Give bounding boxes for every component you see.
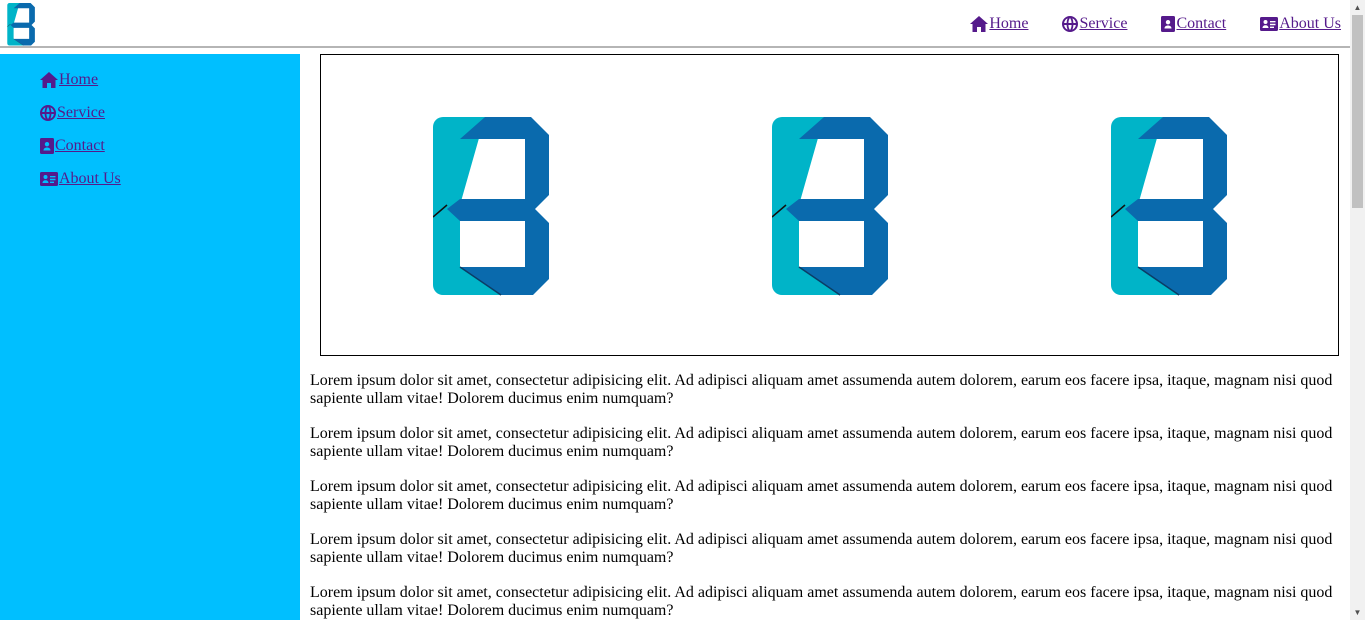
top-nav-service[interactable]: Service	[1062, 14, 1127, 34]
scroll-up-arrow-icon[interactable]: ▲	[1350, 0, 1365, 15]
id-card-icon	[40, 171, 58, 187]
top-nav-about[interactable]: About Us	[1260, 14, 1341, 34]
top-nav-service-label: Service	[1079, 15, 1128, 32]
paragraph-1: Lorem ipsum dolor sit amet, consectetur …	[310, 372, 1333, 407]
banner-logo-3	[1111, 117, 1231, 297]
main-content: Lorem ipsum dolor sit amet, consectetur …	[310, 372, 1338, 620]
home-icon	[970, 16, 988, 32]
id-card-icon	[1260, 16, 1278, 32]
banner-logo-1	[433, 117, 553, 297]
top-nav-home-label: Home	[989, 15, 1029, 32]
sidebar-item-about[interactable]: About Us	[40, 169, 121, 189]
top-navbar: Home Service Contact About Us	[0, 0, 1350, 48]
banner-logo-2	[772, 117, 892, 297]
contact-card-icon	[40, 138, 54, 154]
logo-banner	[320, 54, 1339, 356]
paragraph-4: Lorem ipsum dolor sit amet, consectetur …	[310, 531, 1333, 566]
brand-logo-icon[interactable]	[6, 3, 37, 46]
globe-icon	[40, 105, 56, 121]
top-nav: Home Service Contact About Us	[970, 14, 1341, 34]
contact-card-icon	[1161, 16, 1175, 32]
sidebar: Home Service Contact About Us	[0, 54, 300, 620]
globe-icon	[1062, 16, 1078, 32]
sidebar-item-service-label: Service	[57, 104, 105, 121]
sidebar-item-contact-label: Contact	[55, 137, 105, 154]
scroll-down-arrow-icon[interactable]: ▼	[1350, 605, 1365, 620]
top-nav-about-label: About Us	[1279, 15, 1341, 32]
home-icon	[40, 72, 58, 88]
side-nav: Home Service Contact About Us	[40, 70, 121, 189]
paragraph-2: Lorem ipsum dolor sit amet, consectetur …	[310, 425, 1333, 460]
sidebar-item-about-label: About Us	[59, 170, 121, 187]
sidebar-item-home[interactable]: Home	[40, 70, 121, 90]
top-nav-home[interactable]: Home	[970, 14, 1028, 34]
scroll-thumb[interactable]	[1352, 15, 1363, 208]
top-nav-contact[interactable]: Contact	[1161, 14, 1226, 34]
paragraph-3: Lorem ipsum dolor sit amet, consectetur …	[310, 478, 1333, 513]
sidebar-item-service[interactable]: Service	[40, 103, 121, 123]
paragraph-5: Lorem ipsum dolor sit amet, consectetur …	[310, 584, 1333, 619]
sidebar-item-home-label: Home	[59, 71, 99, 88]
sidebar-item-contact[interactable]: Contact	[40, 136, 121, 156]
top-nav-contact-label: Contact	[1176, 15, 1227, 32]
vertical-scrollbar[interactable]: ▲ ▼	[1350, 0, 1365, 620]
